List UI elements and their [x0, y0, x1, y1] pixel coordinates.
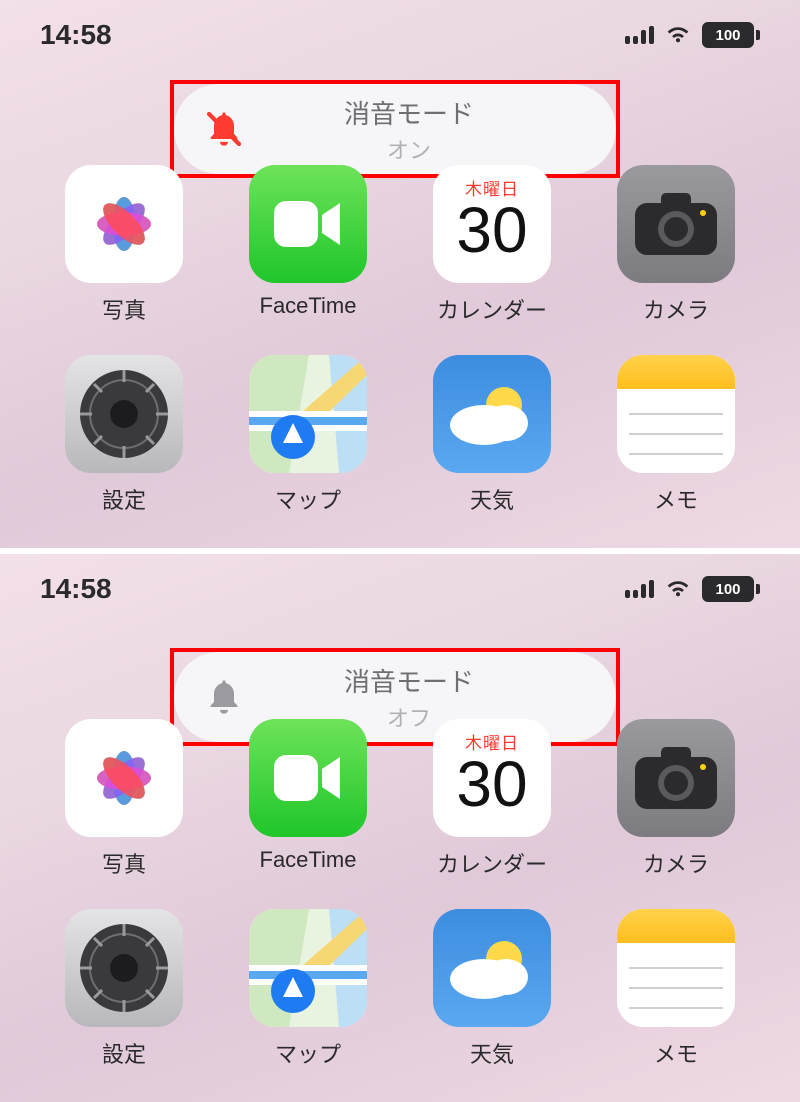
app-grid: 写真 FaceTime 木曜日 30 カレンダー カメラ 設定	[58, 165, 742, 515]
settings-icon	[65, 909, 183, 1027]
app-label: カメラ	[643, 293, 709, 325]
app-facetime[interactable]: FaceTime	[242, 165, 374, 325]
battery-icon: 100	[702, 576, 760, 602]
app-calendar[interactable]: 木曜日 30 カレンダー	[426, 165, 558, 325]
app-label: カレンダー	[437, 293, 547, 325]
cellular-signal-icon	[625, 26, 654, 44]
app-label: 設定	[102, 483, 146, 515]
battery-level: 100	[702, 576, 754, 602]
banner-title: 消音モード	[272, 662, 546, 699]
app-settings[interactable]: 設定	[58, 909, 190, 1069]
notes-icon	[617, 909, 735, 1027]
screenshot-silent-on: 14:58 100 消音モード オン	[0, 0, 800, 548]
calendar-icon: 木曜日 30	[433, 165, 551, 283]
app-weather[interactable]: 天気	[426, 909, 558, 1069]
calendar-icon: 木曜日 30	[433, 719, 551, 837]
app-label: メモ	[654, 1037, 698, 1069]
app-label: FaceTime	[260, 847, 357, 873]
calendar-date: 30	[433, 198, 551, 262]
app-label: メモ	[654, 483, 698, 515]
app-label: マップ	[275, 1037, 341, 1069]
cellular-signal-icon	[625, 580, 654, 598]
wifi-icon	[664, 22, 692, 49]
app-calendar[interactable]: 木曜日 30 カレンダー	[426, 719, 558, 879]
calendar-date: 30	[433, 752, 551, 816]
banner-subtitle: オン	[272, 133, 546, 165]
status-right: 100	[625, 576, 760, 603]
app-label: 天気	[470, 483, 514, 515]
notes-icon	[617, 355, 735, 473]
app-photos[interactable]: 写真	[58, 719, 190, 879]
app-camera[interactable]: カメラ	[610, 719, 742, 879]
app-label: FaceTime	[260, 293, 357, 319]
battery-level: 100	[702, 22, 754, 48]
app-label: 天気	[470, 1037, 514, 1069]
app-photos[interactable]: 写真	[58, 165, 190, 325]
app-weather[interactable]: 天気	[426, 355, 558, 515]
weather-icon	[433, 909, 551, 1027]
maps-icon	[249, 355, 367, 473]
screenshot-silent-off: 14:58 100 消音モード オフ	[0, 554, 800, 1102]
status-bar: 14:58 100	[0, 554, 800, 624]
status-time: 14:58	[40, 573, 112, 605]
status-time: 14:58	[40, 19, 112, 51]
app-grid: 写真 FaceTime 木曜日 30 カレンダー カメラ 設定	[58, 719, 742, 1069]
wifi-icon	[664, 576, 692, 603]
highlight-box: 消音モード オン	[170, 80, 620, 178]
banner-title: 消音モード	[272, 94, 546, 131]
camera-icon	[617, 165, 735, 283]
camera-icon	[617, 719, 735, 837]
banner-text: 消音モード オン	[272, 94, 586, 165]
app-label: カレンダー	[437, 847, 547, 879]
app-notes[interactable]: メモ	[610, 909, 742, 1069]
app-maps[interactable]: マップ	[242, 355, 374, 515]
battery-icon: 100	[702, 22, 760, 48]
photos-icon	[65, 719, 183, 837]
app-facetime[interactable]: FaceTime	[242, 719, 374, 879]
photos-icon	[65, 165, 183, 283]
status-right: 100	[625, 22, 760, 49]
facetime-icon	[249, 719, 367, 837]
bell-slash-icon	[204, 109, 244, 149]
app-maps[interactable]: マップ	[242, 909, 374, 1069]
app-label: カメラ	[643, 847, 709, 879]
silent-mode-banner: 消音モード オン	[174, 84, 616, 174]
maps-icon	[249, 909, 367, 1027]
status-bar: 14:58 100	[0, 0, 800, 70]
app-camera[interactable]: カメラ	[610, 165, 742, 325]
app-notes[interactable]: メモ	[610, 355, 742, 515]
app-settings[interactable]: 設定	[58, 355, 190, 515]
facetime-icon	[249, 165, 367, 283]
bell-icon	[204, 677, 244, 717]
app-label: 写真	[102, 293, 146, 325]
app-label: 写真	[102, 847, 146, 879]
app-label: マップ	[275, 483, 341, 515]
settings-icon	[65, 355, 183, 473]
weather-icon	[433, 355, 551, 473]
app-label: 設定	[102, 1037, 146, 1069]
